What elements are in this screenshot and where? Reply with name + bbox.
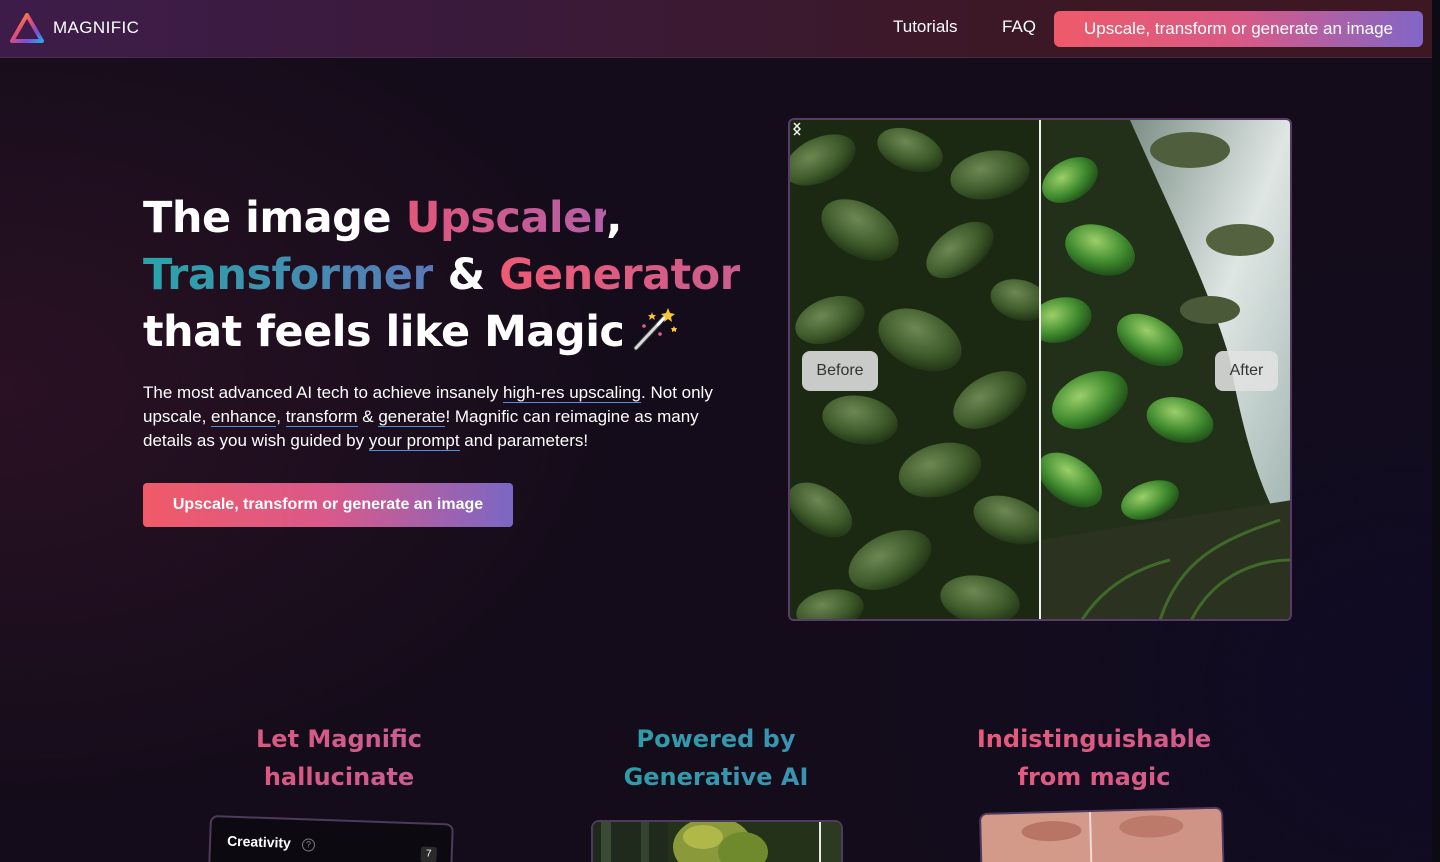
link-enhance[interactable]: enhance <box>211 407 277 427</box>
hero-title: The image Upscaler, Transformer & Genera… <box>143 190 743 361</box>
hero-title-comma: , <box>606 193 622 243</box>
top-navbar: MAGNIFIC Tutorials FAQ Upscale, transfor… <box>0 0 1432 58</box>
desc-text: , <box>276 407 286 426</box>
magic-wand-icon <box>633 308 678 351</box>
feature-title-line: Powered by <box>636 725 796 753</box>
nav-cta-button[interactable]: Upscale, transform or generate an image <box>1054 11 1423 47</box>
creativity-label: Creativity <box>226 832 292 851</box>
hero-title-text: The image <box>143 193 406 243</box>
before-label: Before <box>802 351 878 391</box>
creativity-slider-card: Creativity ? 7 <box>207 815 454 862</box>
hero-title-line-3: that feels like Magic <box>143 304 743 361</box>
link-transform[interactable]: transform <box>285 407 358 427</box>
chevron-right-icon[interactable] <box>790 120 804 138</box>
desc-text: & <box>357 407 379 426</box>
nav-link-tutorials[interactable]: Tutorials <box>893 17 958 37</box>
hero-title-generator: Generator <box>499 250 741 300</box>
feature-title-line: Let Magnific <box>256 725 422 753</box>
page-scrollbar[interactable] <box>1432 0 1440 862</box>
hero-title-magic: that feels like Magic <box>143 307 625 357</box>
hero-title-ampersand: & <box>433 250 500 300</box>
magic-preview-card <box>979 806 1225 862</box>
creativity-value: 7 <box>420 846 438 862</box>
magnific-triangle-icon <box>10 13 44 43</box>
hero-title-line-2: Transformer & Generator <box>143 247 743 304</box>
link-high-res-upscaling[interactable]: high-res upscaling <box>503 383 642 403</box>
compare-slider-divider[interactable] <box>1039 120 1041 619</box>
brand-name: MAGNIFIC <box>53 18 140 37</box>
generative-ai-preview-card <box>591 820 843 862</box>
feature-title-generative-ai: Powered by Generative AI <box>566 720 866 796</box>
feature-title-hallucinate: Let Magnific hallucinate <box>189 720 489 796</box>
feature-title-magic: Indistinguishable from magic <box>944 720 1244 796</box>
jungle-preview-image <box>593 822 841 862</box>
link-generate[interactable]: generate <box>378 407 446 427</box>
hero-description: The most advanced AI tech to achieve ins… <box>143 381 733 453</box>
desc-text: The most advanced AI tech to achieve ins… <box>143 383 504 402</box>
face-closeup-image <box>981 808 1225 862</box>
nav-link-faq[interactable]: FAQ <box>1002 17 1036 37</box>
feature-title-line: from magic <box>1017 763 1171 791</box>
feature-title-line: Indistinguishable <box>976 725 1212 753</box>
feature-title-line: Generative AI <box>623 763 809 791</box>
desc-text: and parameters! <box>459 431 589 450</box>
hero-title-upscaler: Upscaler <box>405 193 607 243</box>
hero-title-line-1: The image Upscaler, <box>143 190 743 247</box>
brand-logo[interactable]: MAGNIFIC <box>10 13 139 43</box>
before-after-comparison[interactable]: Before After <box>788 118 1292 621</box>
hero-cta-button[interactable]: Upscale, transform or generate an image <box>143 483 513 527</box>
after-label: After <box>1215 351 1278 391</box>
hero-title-transformer: Transformer <box>143 250 434 300</box>
feature-title-line: hallucinate <box>263 763 415 791</box>
link-your-prompt[interactable]: your prompt <box>368 431 460 451</box>
info-icon[interactable]: ? <box>301 838 316 852</box>
